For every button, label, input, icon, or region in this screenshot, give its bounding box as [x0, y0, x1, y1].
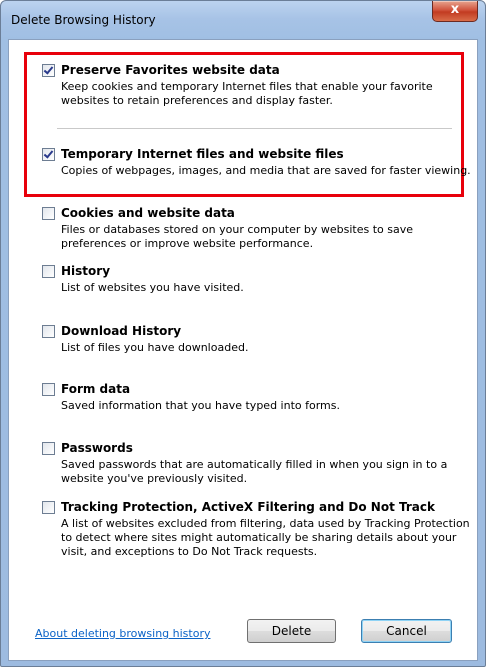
checkbox-tracking-protection[interactable] — [42, 501, 55, 514]
title-bar[interactable]: Delete Browsing History x — [1, 1, 485, 39]
checkbox-form-data[interactable] — [42, 383, 55, 396]
separator — [57, 128, 452, 129]
option-description: A list of websites excluded from filteri… — [61, 517, 470, 558]
checkbox-cookies[interactable] — [42, 207, 55, 220]
option-title[interactable]: Temporary Internet files and website fil… — [61, 147, 344, 161]
about-deleting-history-link[interactable]: About deleting browsing history — [35, 627, 210, 640]
option-title[interactable]: Passwords — [61, 441, 133, 455]
option-title[interactable]: Preserve Favorites website data — [61, 63, 280, 77]
option-description: Saved information that you have typed in… — [61, 399, 340, 412]
checkbox-history[interactable] — [42, 265, 55, 278]
cancel-button[interactable]: Cancel — [361, 619, 452, 643]
option-title[interactable]: Form data — [61, 382, 130, 396]
window-title: Delete Browsing History — [11, 13, 156, 27]
option-description: Saved passwords that are automatically f… — [61, 458, 448, 485]
checkbox-download-history[interactable] — [42, 325, 55, 338]
dialog-content: Preserve Favorites website data Keep coo… — [8, 39, 478, 661]
option-title[interactable]: Download History — [61, 324, 181, 338]
option-title[interactable]: Cookies and website data — [61, 206, 235, 220]
option-title[interactable]: History — [61, 264, 110, 278]
checkbox-passwords[interactable] — [42, 442, 55, 455]
option-description: Keep cookies and temporary Internet file… — [61, 80, 433, 107]
checkbox-temporary-files[interactable] — [42, 148, 55, 161]
option-description: Files or databases stored on your comput… — [61, 223, 414, 250]
option-description: Copies of webpages, images, and media th… — [61, 164, 471, 177]
option-description: List of files you have downloaded. — [61, 341, 249, 354]
dialog-window: Delete Browsing History x Preserve Favor… — [0, 0, 486, 667]
checkbox-preserve-favorites[interactable] — [42, 64, 55, 77]
option-description: List of websites you have visited. — [61, 281, 244, 294]
delete-button[interactable]: Delete — [247, 619, 336, 643]
close-button[interactable]: x — [432, 1, 478, 22]
option-title[interactable]: Tracking Protection, ActiveX Filtering a… — [61, 500, 435, 514]
